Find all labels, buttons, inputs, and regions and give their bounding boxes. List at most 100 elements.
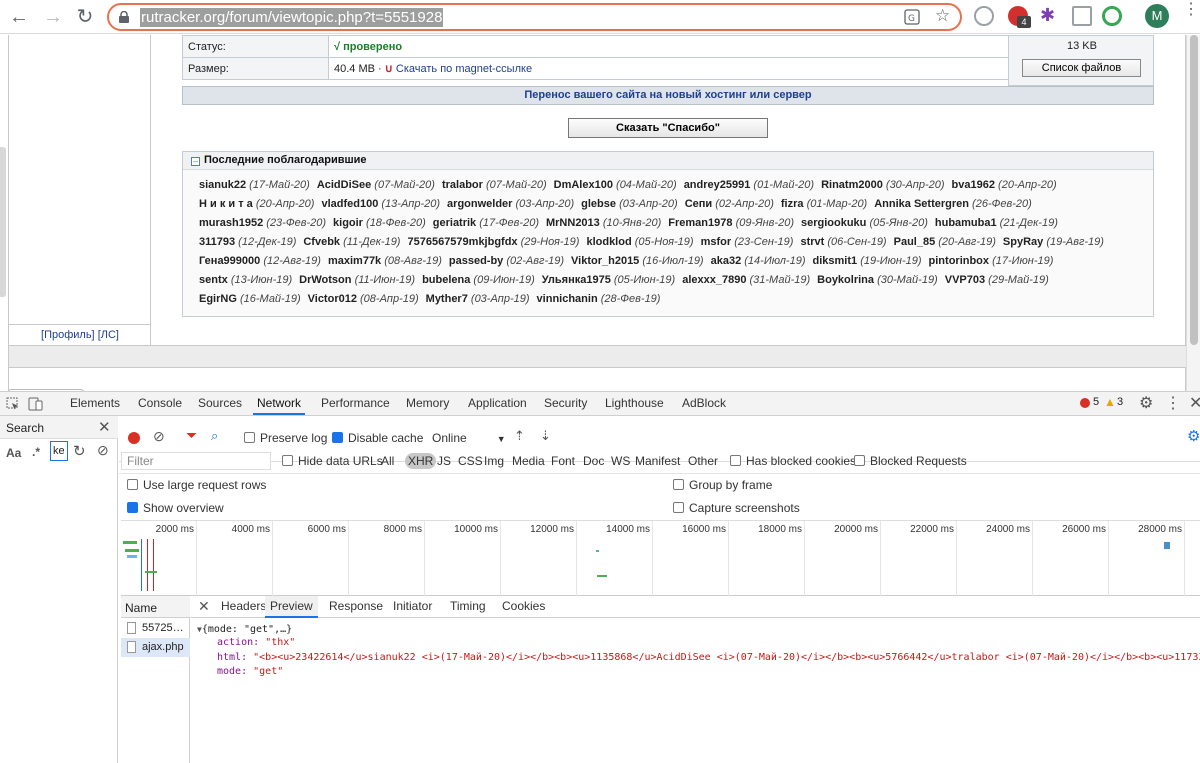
export-har-icon[interactable]: ⇣ — [540, 428, 551, 444]
inspect-icon[interactable] — [6, 397, 20, 411]
devtools-tab-network[interactable]: Network — [253, 392, 306, 415]
vertical-scrollbar[interactable] — [1186, 35, 1200, 391]
thanks-user[interactable]: SpyRay — [1003, 236, 1043, 248]
profile-link[interactable]: [Профиль] — [41, 329, 95, 341]
devtools-tab-application[interactable]: Application — [464, 392, 531, 415]
thanks-user[interactable]: vinnichanin — [537, 293, 598, 305]
filter-type-ws[interactable]: WS — [611, 454, 630, 468]
star-icon[interactable]: ☆ — [935, 6, 950, 26]
thanks-user[interactable]: Сепи — [685, 198, 712, 210]
thanks-user[interactable]: Freman1978 — [668, 217, 732, 229]
filter-input[interactable]: Filter — [121, 452, 271, 470]
name-column-header[interactable]: Name — [125, 601, 157, 615]
thanks-user[interactable]: DmAlex100 — [554, 179, 613, 191]
left-edge-handle[interactable] — [0, 147, 6, 297]
url-text[interactable]: rutracker.org/forum/viewtopic.php?t=5551… — [140, 8, 444, 27]
throttling-select[interactable]: Online ▼ — [432, 431, 506, 445]
devtools-tab-performance[interactable]: Performance — [317, 392, 394, 415]
devtools-menu-icon[interactable]: ⋮ — [1165, 393, 1181, 413]
detail-tab-cookies[interactable]: Cookies — [502, 596, 545, 618]
thanks-user[interactable]: argonwelder — [447, 198, 512, 210]
thanks-user[interactable]: klodklod — [586, 236, 631, 248]
devtools-tab-security[interactable]: Security — [540, 392, 591, 415]
pm-link[interactable]: [ЛС] — [98, 329, 119, 341]
thanks-user[interactable]: maxim77k — [328, 255, 381, 267]
say-thanks-button[interactable]: Сказать "Спасибо" — [568, 118, 768, 138]
puzzle-color-icon[interactable]: ✱ — [1040, 5, 1055, 26]
back-arrow-icon[interactable]: ← — [6, 4, 32, 30]
reload-icon[interactable]: ↻ — [72, 4, 98, 30]
blocked-cookies-checkbox[interactable]: Has blocked cookies — [730, 454, 856, 468]
close-devtools-icon[interactable]: ✕ — [1189, 393, 1200, 413]
thanks-user[interactable]: 7576567579mkjbgfdx — [407, 236, 517, 248]
thanks-user[interactable]: Cfvebk — [303, 236, 340, 248]
network-settings-icon[interactable]: ⚙ — [1187, 427, 1200, 445]
clear-icon[interactable]: ⊘ — [153, 428, 165, 445]
detail-tab-preview[interactable]: Preview — [265, 596, 318, 618]
thanks-user[interactable]: Boykolrina — [817, 274, 874, 286]
thanks-user[interactable]: tralabor — [442, 179, 483, 191]
detail-tab-response[interactable]: Response — [329, 596, 383, 618]
filter-type-img[interactable]: Img — [484, 454, 504, 468]
clear-search-icon[interactable]: ⊘ — [97, 442, 109, 459]
devtools-tab-lighthouse[interactable]: Lighthouse — [601, 392, 668, 415]
disable-cache-checkbox[interactable]: Disable cache — [332, 431, 423, 445]
import-har-icon[interactable]: ⇡ — [514, 428, 525, 444]
filter-funnel-icon[interactable]: ⏷ — [186, 427, 197, 444]
thanks-header[interactable]: – Последние поблагодарившие — [183, 152, 1153, 170]
large-rows-checkbox[interactable]: Use large request rows — [127, 478, 266, 492]
filter-type-other[interactable]: Other — [688, 454, 718, 468]
refresh-search-icon[interactable]: ↻ — [73, 442, 86, 460]
filter-type-xhr[interactable]: XHR — [405, 453, 437, 469]
thanks-user[interactable]: Myther7 — [426, 293, 468, 305]
thanks-user[interactable]: Viktor_h2015 — [571, 255, 639, 267]
search-input[interactable]: ke — [50, 441, 68, 461]
thanks-user[interactable]: murash1952 — [199, 217, 263, 229]
detail-tab-initiator[interactable]: Initiator — [393, 596, 432, 618]
extension-square-icon[interactable] — [1072, 6, 1092, 26]
capture-screenshots-checkbox[interactable]: Capture screenshots — [673, 501, 800, 515]
record-icon[interactable] — [128, 432, 140, 444]
thanks-user[interactable]: Н и к и т а — [199, 198, 253, 210]
filter-type-media[interactable]: Media — [512, 454, 545, 468]
thanks-user[interactable]: AcidDiSee — [317, 179, 371, 191]
thanks-user[interactable]: Гена999000 — [199, 255, 260, 267]
match-case-toggle[interactable]: Aa — [6, 446, 21, 460]
thanks-user[interactable]: vladfed100 — [321, 198, 378, 210]
devtools-tab-console[interactable]: Console — [134, 392, 186, 415]
translate-icon[interactable]: G — [904, 9, 920, 25]
thanks-user[interactable]: glebse — [581, 198, 616, 210]
thanks-user[interactable]: bva1962 — [952, 179, 995, 191]
network-overview-timeline[interactable]: 2000 ms 4000 ms 6000 ms 8000 ms 10000 ms 1200… — [121, 520, 1200, 597]
thanks-user[interactable]: EgirNG — [199, 293, 237, 305]
thanks-user[interactable]: passed-by — [449, 255, 503, 267]
thanks-user[interactable]: andrey25991 — [684, 179, 751, 191]
thanks-user[interactable]: Annika Settergren — [874, 198, 969, 210]
devtools-tab-memory[interactable]: Memory — [402, 392, 453, 415]
thanks-user[interactable]: geriatrik — [433, 217, 476, 229]
devtools-tab-elements[interactable]: Elements — [66, 392, 124, 415]
filter-type-all[interactable]: All — [381, 454, 394, 468]
preserve-log-checkbox[interactable]: Preserve log — [244, 431, 327, 445]
thanks-user[interactable]: Ульянка1975 — [542, 274, 611, 286]
magnet-link[interactable]: Скачать по magnet-ссылке — [396, 63, 532, 75]
extension-circle-icon[interactable] — [1102, 6, 1122, 26]
request-row[interactable]: 55725… — [121, 619, 190, 638]
filter-type-font[interactable]: Font — [551, 454, 575, 468]
group-by-frame-checkbox[interactable]: Group by frame — [673, 478, 772, 492]
forward-arrow-icon[interactable]: → — [40, 4, 66, 30]
thanks-user[interactable]: hubamuba1 — [935, 217, 997, 229]
device-toggle-icon[interactable] — [28, 396, 44, 412]
menu-dots-icon[interactable]: ⋮ — [1183, 2, 1199, 18]
thanks-user[interactable]: Victor012 — [308, 293, 357, 305]
close-detail-icon[interactable]: ✕ — [198, 598, 210, 615]
thanks-user[interactable]: strvt — [800, 236, 824, 248]
thanks-user[interactable]: diksmit1 — [813, 255, 858, 267]
thanks-user[interactable]: msfor — [701, 236, 732, 248]
thanks-user[interactable]: alexxx_7890 — [682, 274, 746, 286]
devtools-tab-adblock[interactable]: AdBlock — [678, 392, 730, 415]
request-row-selected[interactable]: ajax.php — [121, 638, 190, 657]
thanks-user[interactable]: MrNN2013 — [546, 217, 600, 229]
settings-gear-icon[interactable]: ⚙ — [1139, 393, 1153, 413]
thanks-user[interactable]: bubelena — [422, 274, 470, 286]
